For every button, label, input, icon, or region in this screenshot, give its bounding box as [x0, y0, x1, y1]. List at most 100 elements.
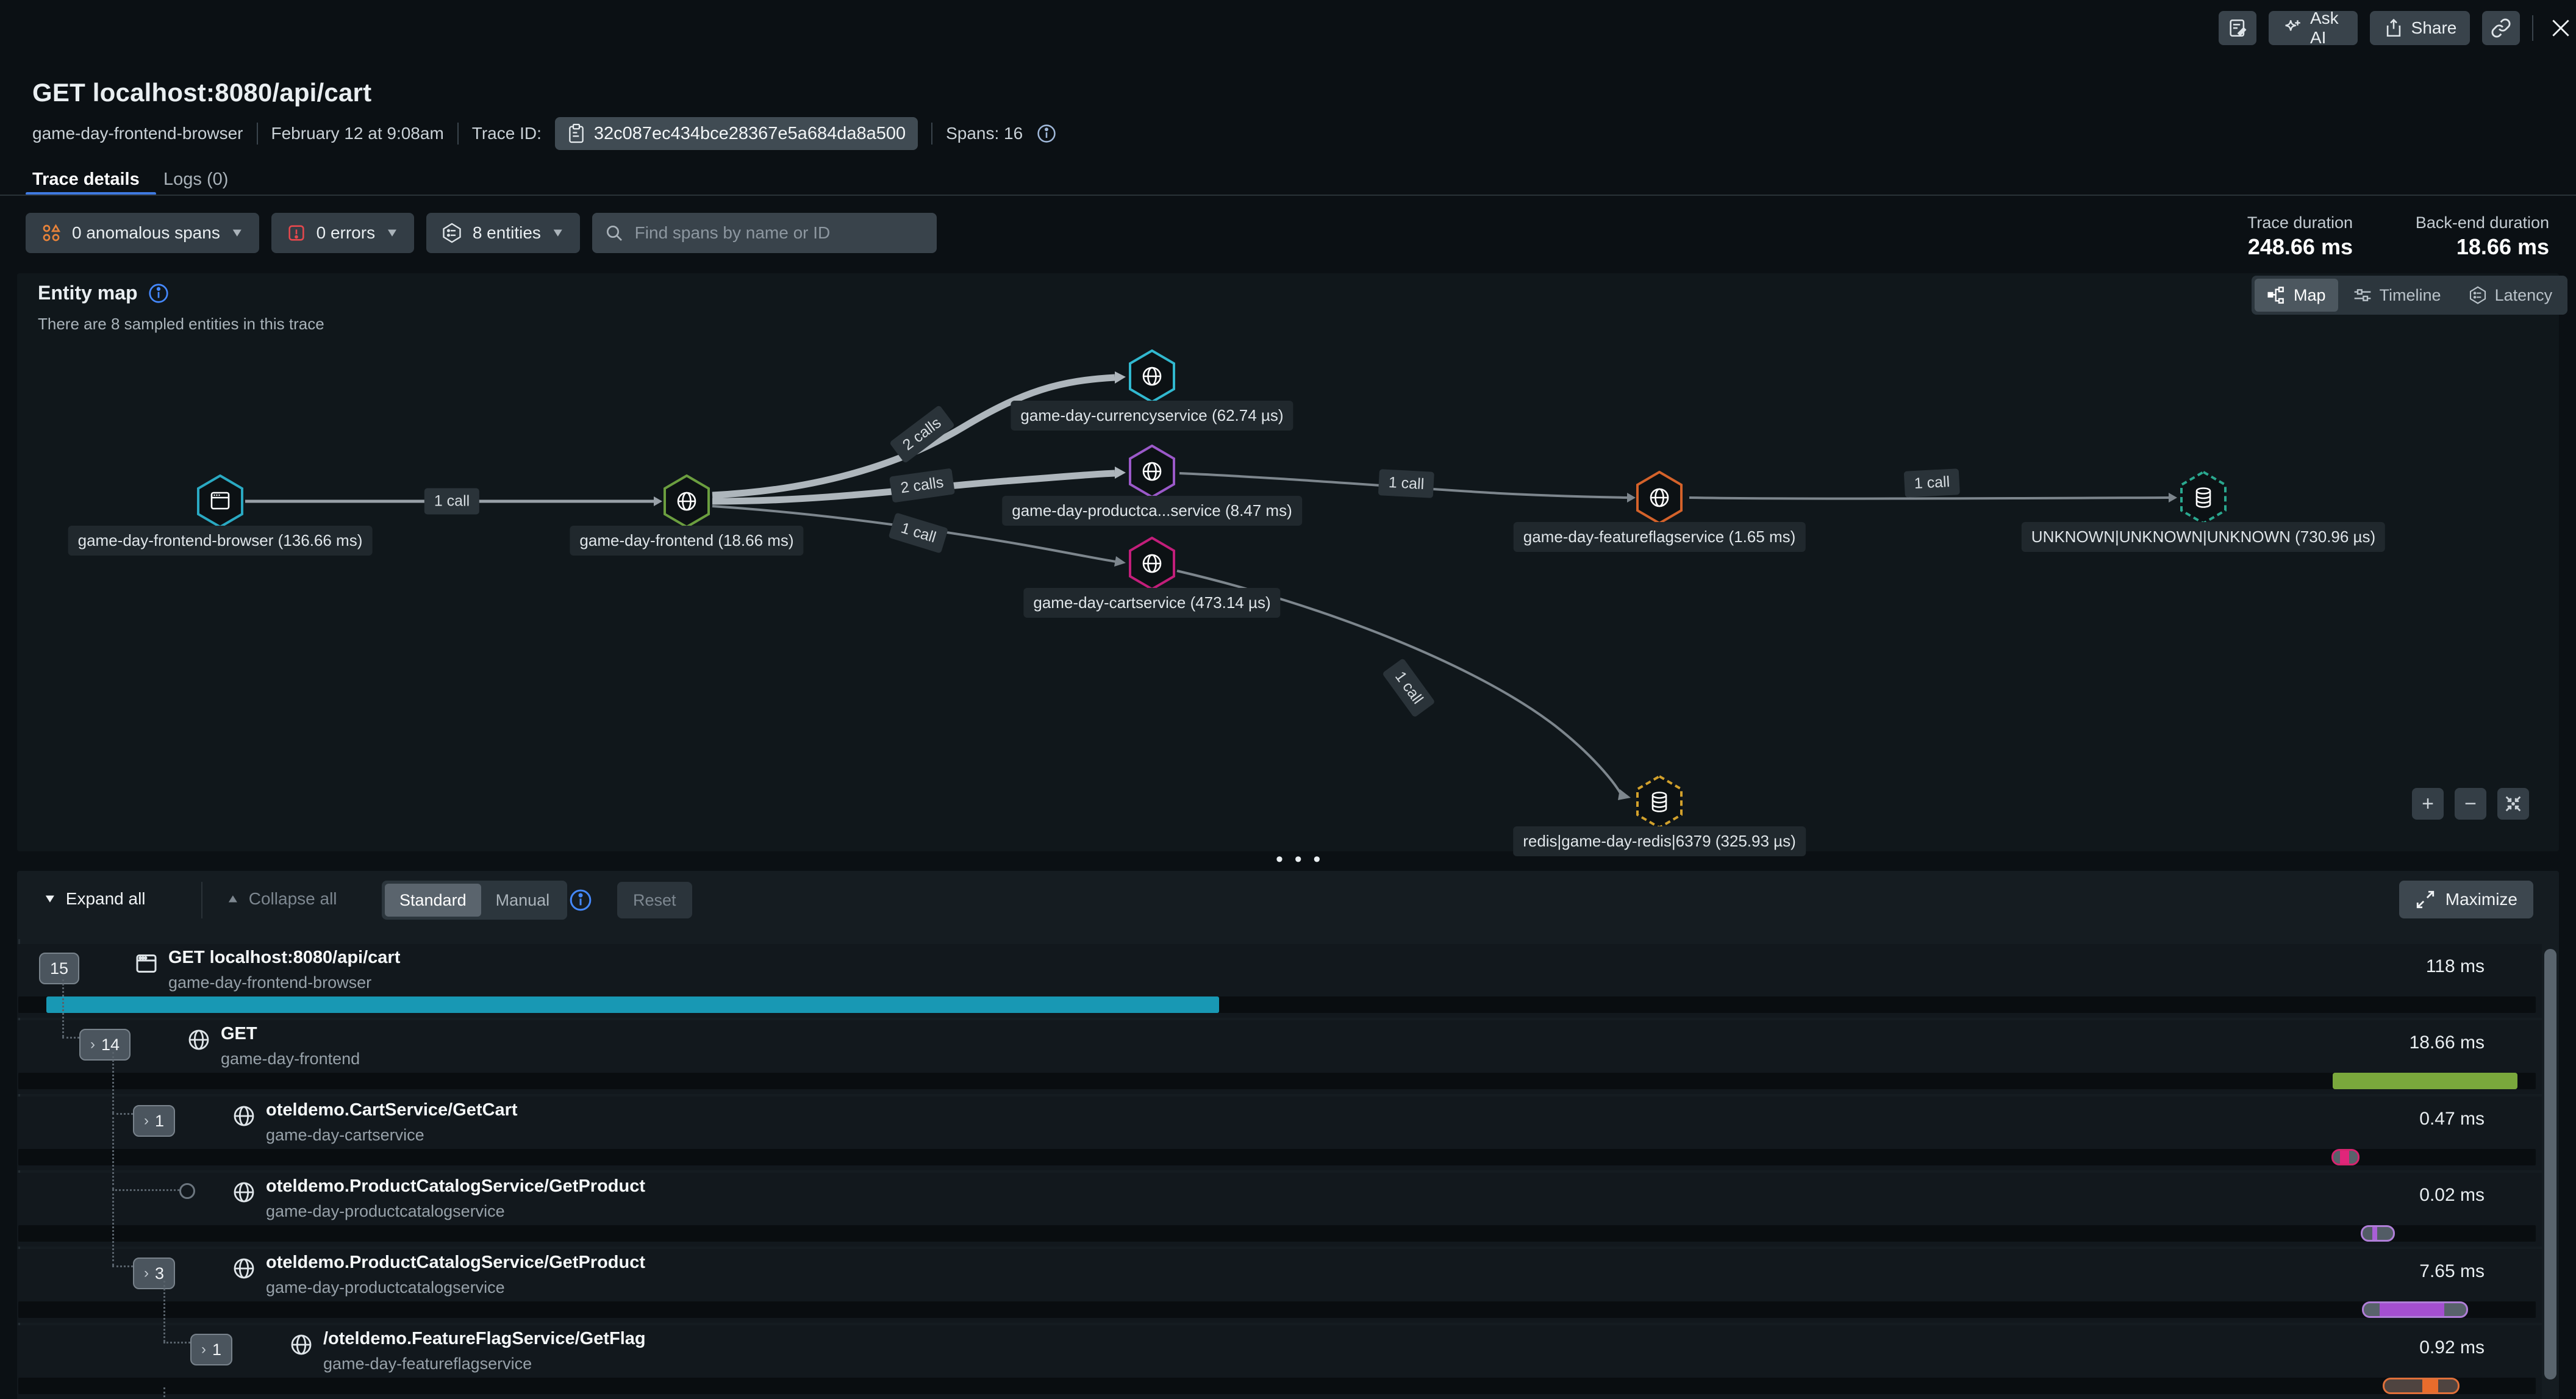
trace-details-view: Ask AI Share [0, 0, 2576, 1399]
close-icon [2549, 16, 2572, 40]
trace-duration-value: 248.66 ms [2248, 234, 2353, 260]
span-duration: 0.47 ms [2419, 1109, 2485, 1129]
tab-logs[interactable]: Logs (0) [163, 170, 228, 190]
panel-resize-handle[interactable]: • • • [1276, 848, 1324, 871]
span-count-badge[interactable]: › 3 [133, 1258, 175, 1289]
tree-connector [112, 1189, 114, 1265]
meta-divider [931, 123, 932, 145]
node-frontend-browser[interactable] [197, 474, 243, 528]
chevron-right-icon: › [144, 1265, 149, 1282]
copy-link-button[interactable] [2482, 11, 2520, 45]
span-row[interactable]: oteldemo.ProductCatalogService/GetProduc… [17, 1173, 2542, 1247]
mode-standard-button[interactable]: Standard [385, 884, 481, 917]
span-bar[interactable] [2383, 1378, 2460, 1394]
span-bar[interactable] [2333, 1073, 2517, 1089]
zoom-in-button[interactable]: + [2412, 788, 2444, 820]
view-latency-button[interactable]: Latency [2456, 279, 2565, 312]
timeline-icon [2353, 285, 2372, 305]
anomalous-spans-filter[interactable]: 0 anomalous spans ▼ [26, 213, 259, 253]
share-button[interactable]: Share [2370, 11, 2470, 45]
span-duration: 18.66 ms [2410, 1032, 2485, 1053]
span-service: game-day-cartservice [266, 1126, 424, 1145]
node-unknown-database[interactable] [2180, 471, 2227, 524]
node-label: game-day-cartservice (473.14 µs) [1023, 588, 1280, 618]
chevron-right-icon: › [201, 1341, 206, 1358]
span-name: GET localhost:8080/api/cart [168, 948, 400, 968]
badge-count: 1 [155, 1112, 164, 1131]
edge-label: 1 call [424, 488, 479, 515]
node-frontend[interactable] [664, 474, 710, 528]
span-row[interactable]: › 1 oteldemo.CartService/GetCart game-da… [17, 1097, 2542, 1170]
span-service: game-day-productcatalogservice [266, 1202, 505, 1221]
anomalous-spans-label: 0 anomalous spans [72, 223, 220, 243]
span-bar[interactable] [2331, 1149, 2360, 1165]
span-bar-core [2422, 1379, 2438, 1392]
trace-id-chip[interactable]: 32c087ec434bce28367e5a684da8a500 [555, 117, 918, 150]
clipboard-icon [567, 123, 585, 144]
node-redis[interactable] [1636, 775, 1683, 829]
vertical-scrollbar[interactable] [2544, 949, 2556, 1379]
ask-ai-button[interactable]: Ask AI [2269, 11, 2358, 45]
node-featureflagservice[interactable] [1636, 471, 1683, 524]
waterfall-panel: ▼ Expand all ▲ Collapse all Standard Man… [17, 871, 2559, 1399]
badge-count: 1 [212, 1340, 221, 1359]
node-label: redis|game-day-redis|6379 (325.93 µs) [1513, 826, 1806, 856]
span-row[interactable]: › 14 GET game-day-frontend 18.66 ms [17, 1020, 2542, 1094]
mode-info-icon[interactable] [568, 888, 593, 912]
span-count-badge[interactable]: › 1 [133, 1105, 175, 1137]
fit-view-button[interactable] [2497, 788, 2529, 820]
tree-connector [112, 1113, 133, 1115]
span-count-badge[interactable]: › 1 [190, 1334, 232, 1365]
errors-filter[interactable]: 0 errors ▼ [271, 213, 414, 253]
tab-trace-details[interactable]: Trace details [32, 170, 140, 190]
link-icon [2491, 18, 2511, 38]
span-count-badge[interactable]: 15 [39, 953, 79, 984]
span-service: game-day-frontend-browser [168, 973, 371, 992]
view-latency-label: Latency [2495, 286, 2553, 305]
node-currencyservice[interactable] [1129, 349, 1175, 403]
span-service: game-day-frontend [221, 1050, 360, 1068]
collapse-all-button[interactable]: ▲ Collapse all [226, 889, 337, 909]
span-bar-core [2372, 1227, 2377, 1240]
browser-icon [134, 951, 159, 976]
span-bar[interactable] [46, 996, 1219, 1013]
entity-name: game-day-frontend-browser [32, 124, 243, 143]
maximize-label: Maximize [2445, 890, 2517, 909]
view-timeline-button[interactable]: Timeline [2341, 279, 2453, 312]
node-cartservice[interactable] [1129, 537, 1175, 590]
globe-icon [187, 1028, 211, 1052]
close-button[interactable] [2546, 14, 2576, 42]
node-label: game-day-featureflagservice (1.65 ms) [1514, 522, 1806, 552]
span-bar[interactable] [2361, 1225, 2395, 1242]
span-bar[interactable] [2362, 1301, 2468, 1318]
mode-manual-button[interactable]: Manual [481, 884, 565, 917]
span-row[interactable]: › 3 oteldemo.ProductCatalogService/GetPr… [17, 1249, 2542, 1323]
spans-info-icon[interactable] [1036, 123, 1057, 144]
tree-connector [62, 1037, 79, 1039]
span-row[interactable]: 15 GET localhost:8080/api/cart game-day-… [17, 944, 2542, 1018]
share-icon [2383, 18, 2404, 38]
search-input[interactable] [634, 223, 925, 243]
span-row[interactable]: › 1 /oteldemo.FeatureFlagService/GetFlag… [17, 1325, 2542, 1399]
span-timeline-lane [18, 1149, 2536, 1165]
span-count-badge[interactable]: › 14 [79, 1029, 131, 1061]
notes-button[interactable] [2219, 11, 2256, 45]
expand-all-button[interactable]: ▼ Expand all [43, 889, 146, 909]
maximize-icon [2415, 889, 2436, 910]
entity-map-info-icon[interactable] [148, 282, 170, 304]
node-label: game-day-currencyservice (62.74 µs) [1011, 401, 1293, 431]
reset-button[interactable]: Reset [617, 882, 692, 918]
view-map-button[interactable]: Map [2255, 279, 2338, 312]
node-productcatalogservice[interactable] [1129, 445, 1175, 498]
notes-icon [2227, 18, 2248, 38]
latency-hexagon-icon [2468, 285, 2488, 305]
chevron-up-icon: ▲ [226, 892, 240, 906]
tree-connector [62, 979, 64, 1037]
share-label: Share [2411, 18, 2457, 38]
maximize-button[interactable]: Maximize [2399, 881, 2533, 918]
span-service: game-day-featureflagservice [323, 1354, 532, 1373]
span-search[interactable] [592, 213, 937, 253]
chevron-down-icon: ▼ [43, 892, 57, 906]
zoom-out-button[interactable]: − [2455, 788, 2486, 820]
entities-filter[interactable]: 8 entities ▼ [426, 213, 580, 253]
